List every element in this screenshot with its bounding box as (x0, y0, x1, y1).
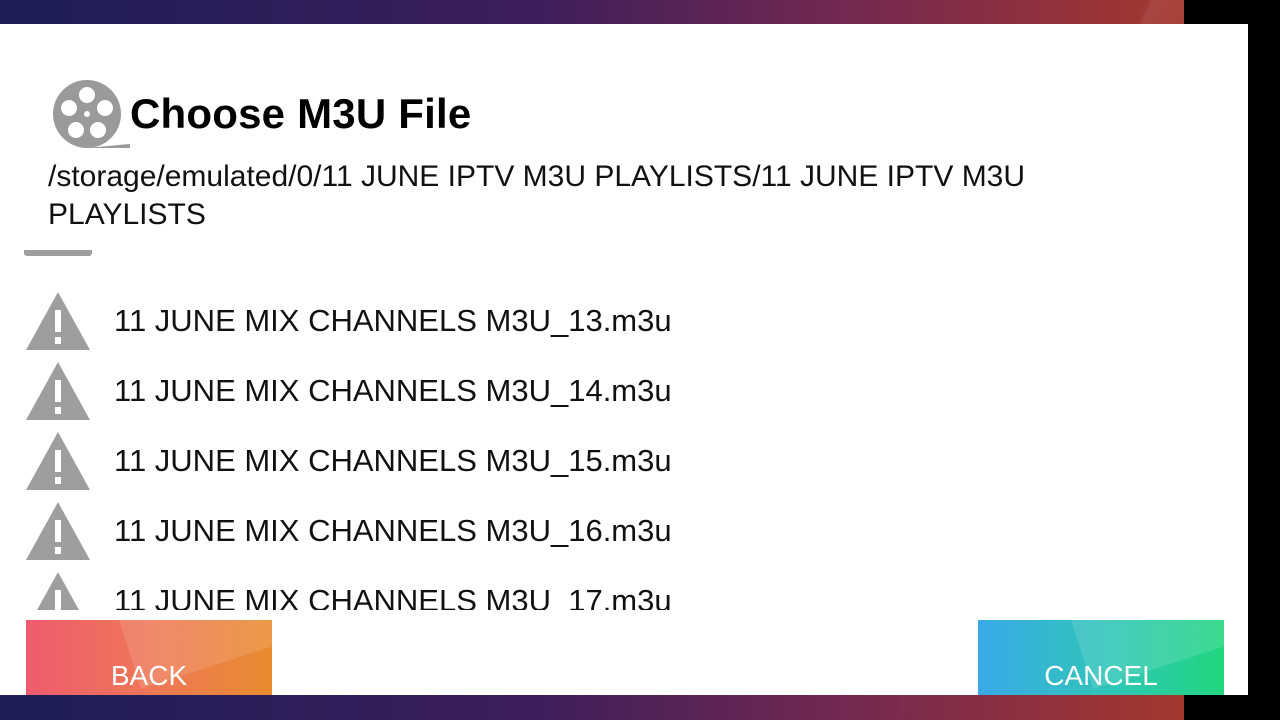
file-name: 11 JUNE MIX CHANNELS M3U_15.m3u (114, 443, 672, 478)
dialog-header: Choose M3U File (48, 78, 471, 150)
back-button[interactable]: BACK (26, 620, 272, 695)
film-reel-icon (53, 80, 130, 148)
scrolled-item-edge (24, 250, 92, 256)
file-list[interactable]: 11 JUNE MIX CHANNELS M3U_13.m3u 11 JUNE … (0, 250, 1248, 610)
warning-triangle-icon (26, 292, 90, 350)
file-item[interactable]: 11 JUNE MIX CHANNELS M3U_15.m3u (0, 426, 1248, 496)
file-name: 11 JUNE MIX CHANNELS M3U_13.m3u (114, 303, 672, 338)
cancel-button[interactable]: CANCEL (978, 620, 1224, 695)
file-name: 11 JUNE MIX CHANNELS M3U_17.m3u (114, 583, 672, 610)
choose-file-dialog: Choose M3U File /storage/emulated/0/11 J… (0, 24, 1248, 695)
warning-triangle-icon (26, 432, 90, 490)
file-item[interactable]: 11 JUNE MIX CHANNELS M3U_17.m3u (0, 566, 1248, 610)
file-name: 11 JUNE MIX CHANNELS M3U_16.m3u (114, 513, 672, 548)
dialog-title: Choose M3U File (130, 90, 472, 137)
file-name: 11 JUNE MIX CHANNELS M3U_14.m3u (114, 373, 672, 408)
warning-triangle-icon (37, 572, 79, 610)
warning-triangle-icon (26, 502, 90, 560)
warning-triangle-icon (26, 362, 90, 420)
file-item[interactable]: 11 JUNE MIX CHANNELS M3U_13.m3u (0, 286, 1248, 356)
current-path: /storage/emulated/0/11 JUNE IPTV M3U PLA… (48, 160, 1026, 231)
file-item[interactable]: 11 JUNE MIX CHANNELS M3U_14.m3u (0, 356, 1248, 426)
file-item[interactable]: 11 JUNE MIX CHANNELS M3U_16.m3u (0, 496, 1248, 566)
